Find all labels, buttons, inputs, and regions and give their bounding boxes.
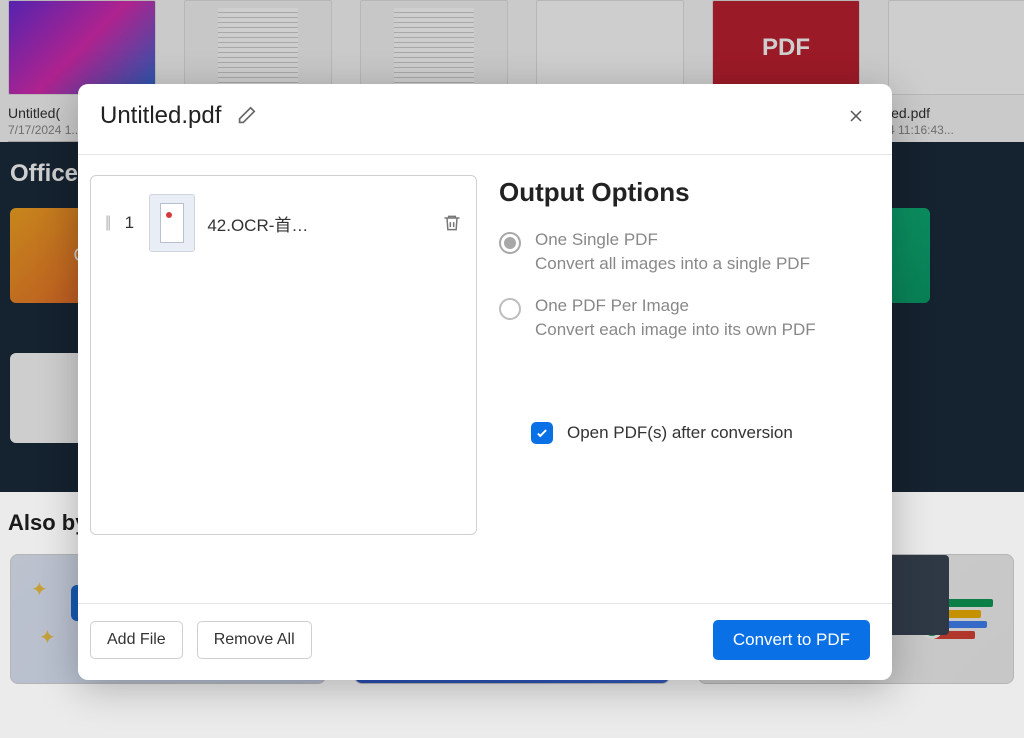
- pencil-icon: [235, 105, 257, 127]
- file-list: || 1 42.OCR-首…: [90, 175, 477, 535]
- radio-label: One PDF Per Image: [535, 296, 816, 316]
- trash-icon: [442, 213, 462, 233]
- file-index: 1: [121, 213, 137, 233]
- remove-all-button[interactable]: Remove All: [197, 621, 312, 659]
- delete-file-button[interactable]: [442, 213, 462, 233]
- radio-one-single-pdf[interactable]: One Single PDF Convert all images into a…: [499, 230, 870, 274]
- open-after-conversion-checkbox[interactable]: Open PDF(s) after conversion: [531, 422, 870, 444]
- dialog-footer: Add File Remove All Convert to PDF: [78, 603, 892, 680]
- radio-label: One Single PDF: [535, 230, 810, 250]
- drag-handle-icon[interactable]: ||: [105, 214, 109, 232]
- radio-description: Convert each image into its own PDF: [535, 320, 816, 340]
- file-thumbnail: [149, 194, 195, 252]
- radio-indicator: [499, 232, 521, 254]
- checkmark-icon: [535, 426, 549, 440]
- radio-indicator: [499, 298, 521, 320]
- options-heading: Output Options: [499, 177, 870, 208]
- convert-to-pdf-button[interactable]: Convert to PDF: [713, 620, 870, 660]
- dialog-title: Untitled.pdf: [100, 102, 221, 130]
- checkbox-label: Open PDF(s) after conversion: [567, 423, 793, 443]
- dialog-body: || 1 42.OCR-首… Output Options One Single…: [78, 155, 892, 603]
- output-options: Output Options One Single PDF Convert al…: [499, 175, 870, 603]
- radio-description: Convert all images into a single PDF: [535, 254, 810, 274]
- convert-to-pdf-dialog: Untitled.pdf || 1 42.OCR-首… Output Optio…: [78, 84, 892, 680]
- file-list-item[interactable]: || 1 42.OCR-首…: [97, 184, 470, 262]
- dialog-header: Untitled.pdf: [78, 84, 892, 155]
- checkbox-indicator: [531, 422, 553, 444]
- add-file-button[interactable]: Add File: [90, 621, 183, 659]
- edit-title-button[interactable]: [235, 105, 257, 127]
- close-button[interactable]: [842, 102, 870, 130]
- file-name: 42.OCR-首…: [207, 211, 430, 236]
- radio-one-pdf-per-image[interactable]: One PDF Per Image Convert each image int…: [499, 296, 870, 340]
- close-icon: [846, 106, 866, 126]
